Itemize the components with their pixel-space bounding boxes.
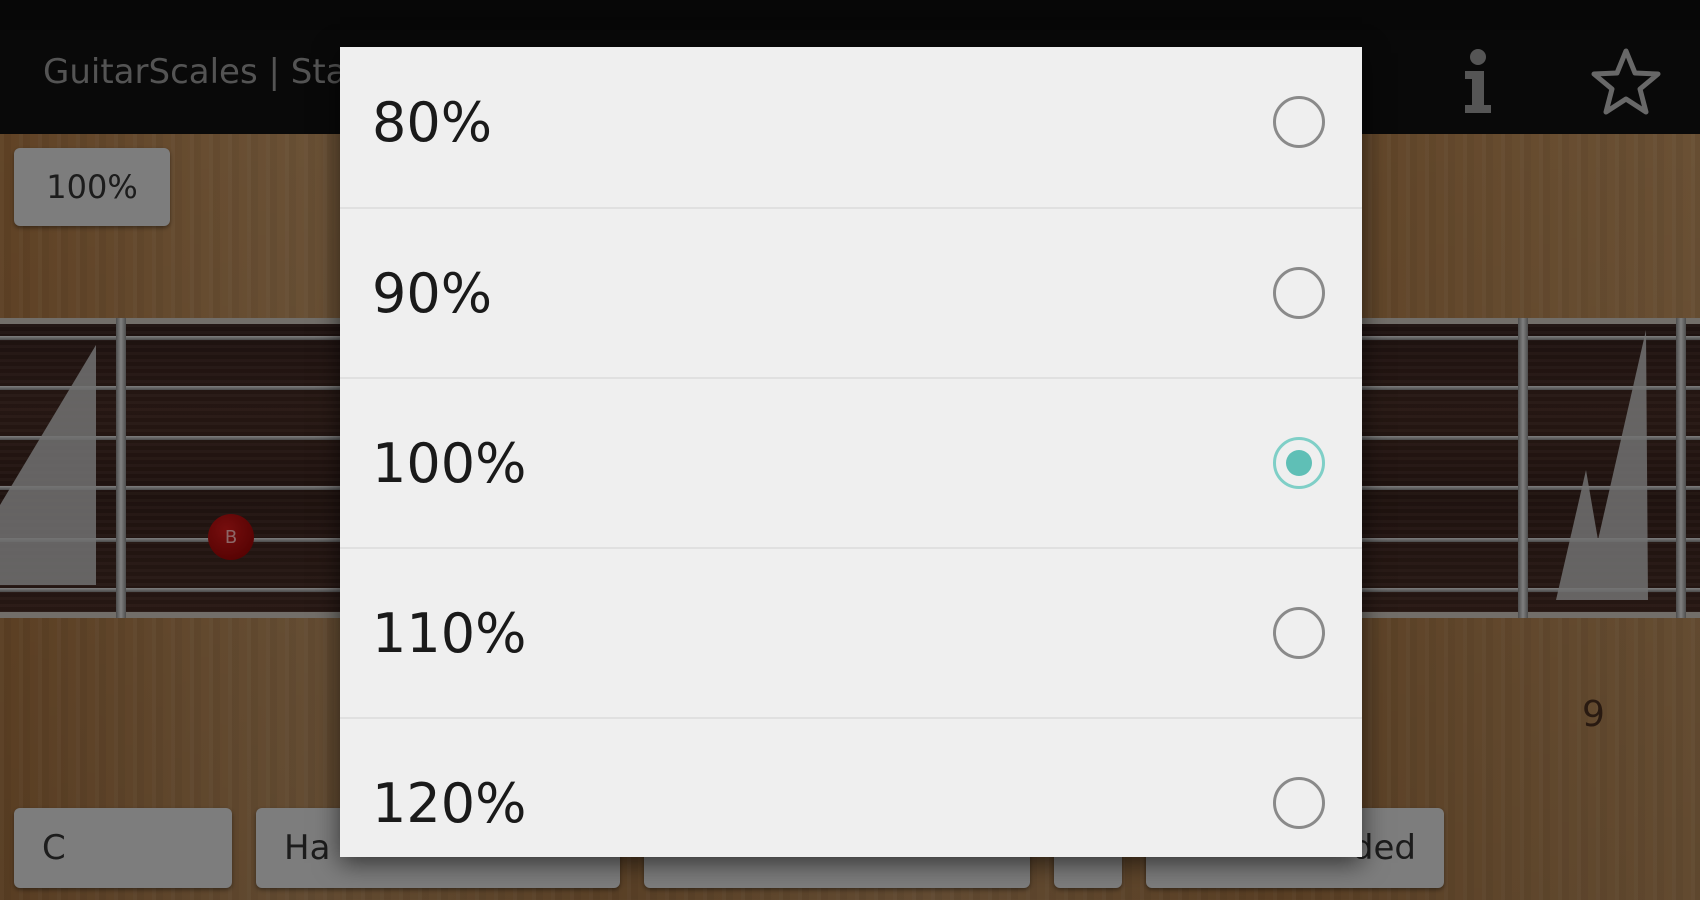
radio-button[interactable] [1273,607,1325,659]
option-label: 120% [372,771,527,835]
option-label: 110% [372,601,527,665]
option-label: 80% [372,90,493,154]
zoom-option-80[interactable]: 80% [340,47,1362,207]
radio-button[interactable] [1273,777,1325,829]
zoom-option-110[interactable]: 110% [340,547,1362,717]
zoom-option-100[interactable]: 100% [340,377,1362,547]
zoom-option-90[interactable]: 90% [340,207,1362,377]
radio-button[interactable] [1273,267,1325,319]
radio-button[interactable] [1273,96,1325,148]
zoom-dialog: 80% 90% 100% 110% 120% [340,47,1362,857]
option-label: 100% [372,431,527,495]
option-label: 90% [372,261,493,325]
radio-button-selected[interactable] [1273,437,1325,489]
zoom-option-120[interactable]: 120% [340,717,1362,857]
